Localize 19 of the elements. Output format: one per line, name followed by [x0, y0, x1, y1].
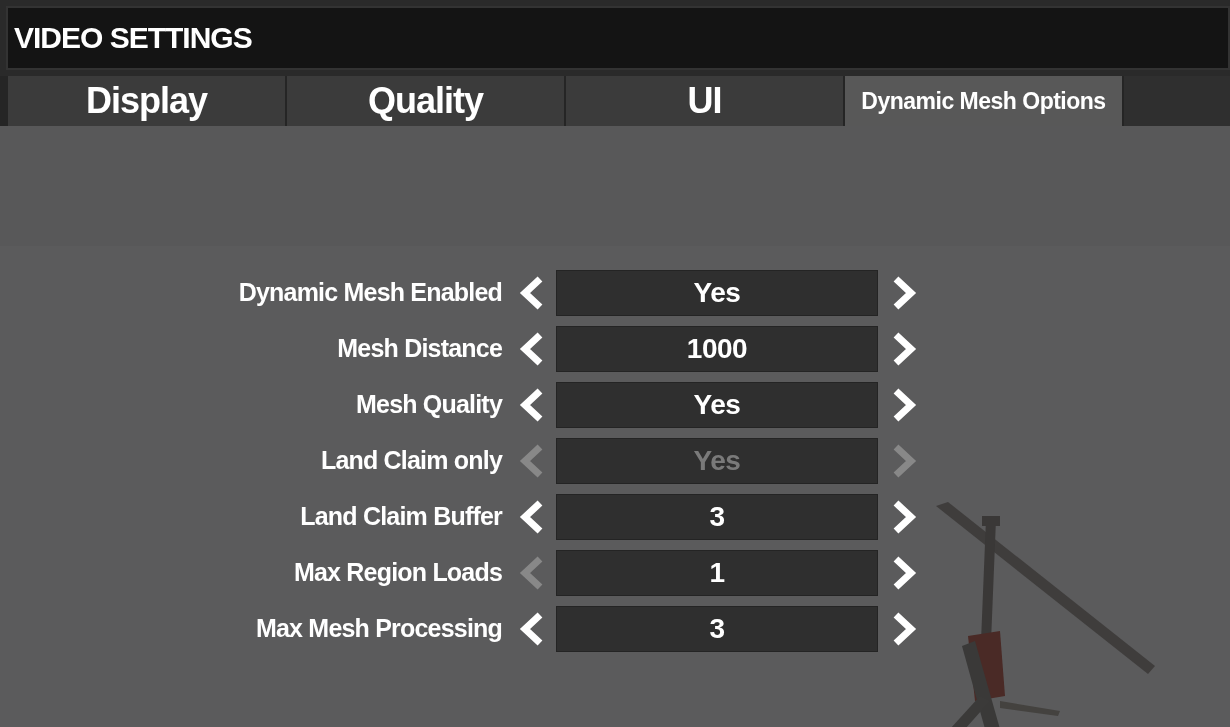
- setting-label: Land Claim Buffer: [299, 502, 502, 531]
- setting-value: Yes: [693, 388, 741, 421]
- setting-label: Mesh Quality: [355, 390, 502, 419]
- setting-label: Dynamic Mesh Enabled: [237, 278, 502, 307]
- setting-value: 3: [709, 500, 725, 533]
- setting-label: Land Claim only: [319, 446, 502, 475]
- setting-value: 1: [709, 556, 725, 589]
- setting-value: 1000: [686, 332, 748, 365]
- tab[interactable]: Display: [8, 76, 285, 126]
- tab[interactable]: UI: [566, 76, 843, 126]
- tab[interactable]: Dynamic Mesh Options: [845, 76, 1122, 126]
- setting-value: Yes: [693, 276, 741, 309]
- window-title: VIDEO SETTINGS: [14, 21, 252, 55]
- setting-value: 3: [709, 612, 725, 645]
- setting-label: Max Mesh Processing: [255, 614, 502, 643]
- setting-label: Mesh Distance: [336, 334, 502, 363]
- tab[interactable]: Quality: [287, 76, 564, 126]
- setting-value: Yes: [693, 444, 741, 477]
- setting-label: Max Region Loads: [292, 558, 502, 587]
